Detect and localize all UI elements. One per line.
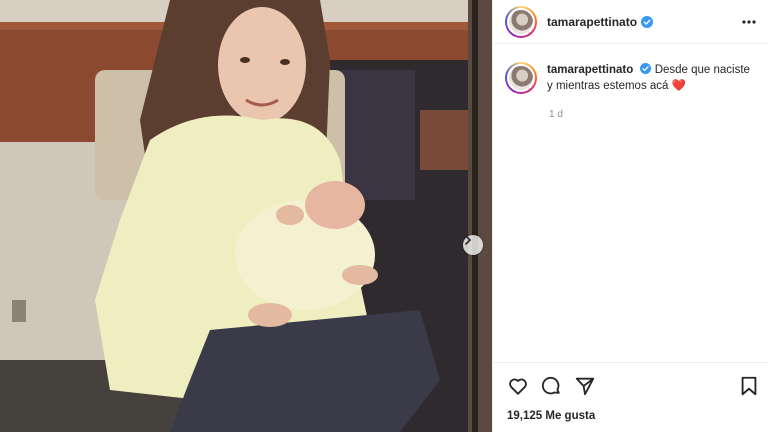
actions-bar: 19,125 Me gusta: [493, 362, 768, 432]
header-username[interactable]: tamarapettinato: [547, 15, 637, 29]
heart-emoji: ❤️: [671, 80, 686, 92]
photo-image: [0, 0, 492, 432]
post-header: tamarapettinato: [493, 0, 768, 44]
likes-count[interactable]: 19,125 Me gusta: [507, 410, 595, 422]
post-photo[interactable]: [0, 0, 492, 432]
share-button[interactable]: [574, 375, 596, 402]
share-icon: [575, 377, 595, 396]
like-button[interactable]: [507, 375, 529, 402]
heart-icon: [509, 378, 527, 395]
avatar[interactable]: [505, 5, 537, 38]
post-time[interactable]: 1 d: [549, 109, 563, 120]
verified-badge-icon: [641, 15, 654, 28]
comment-icon: [541, 376, 560, 395]
verified-badge-icon: [640, 63, 652, 74]
comment-button[interactable]: [540, 375, 562, 402]
caption-username[interactable]: tamarapettinato: [547, 64, 633, 76]
save-button[interactable]: [739, 375, 759, 402]
post-side-panel: tamarapettinato tamarapettinato Desde qu…: [492, 0, 768, 432]
caption-avatar[interactable]: [505, 62, 537, 94]
chevron-right-icon: [465, 235, 472, 245]
more-options-icon[interactable]: [741, 14, 757, 35]
next-photo-button[interactable]: [463, 235, 483, 255]
caption: tamarapettinato Desde que naciste y mien…: [505, 62, 757, 94]
caption-text: tamarapettinato Desde que naciste y mien…: [547, 62, 757, 94]
bookmark-icon: [741, 376, 757, 396]
